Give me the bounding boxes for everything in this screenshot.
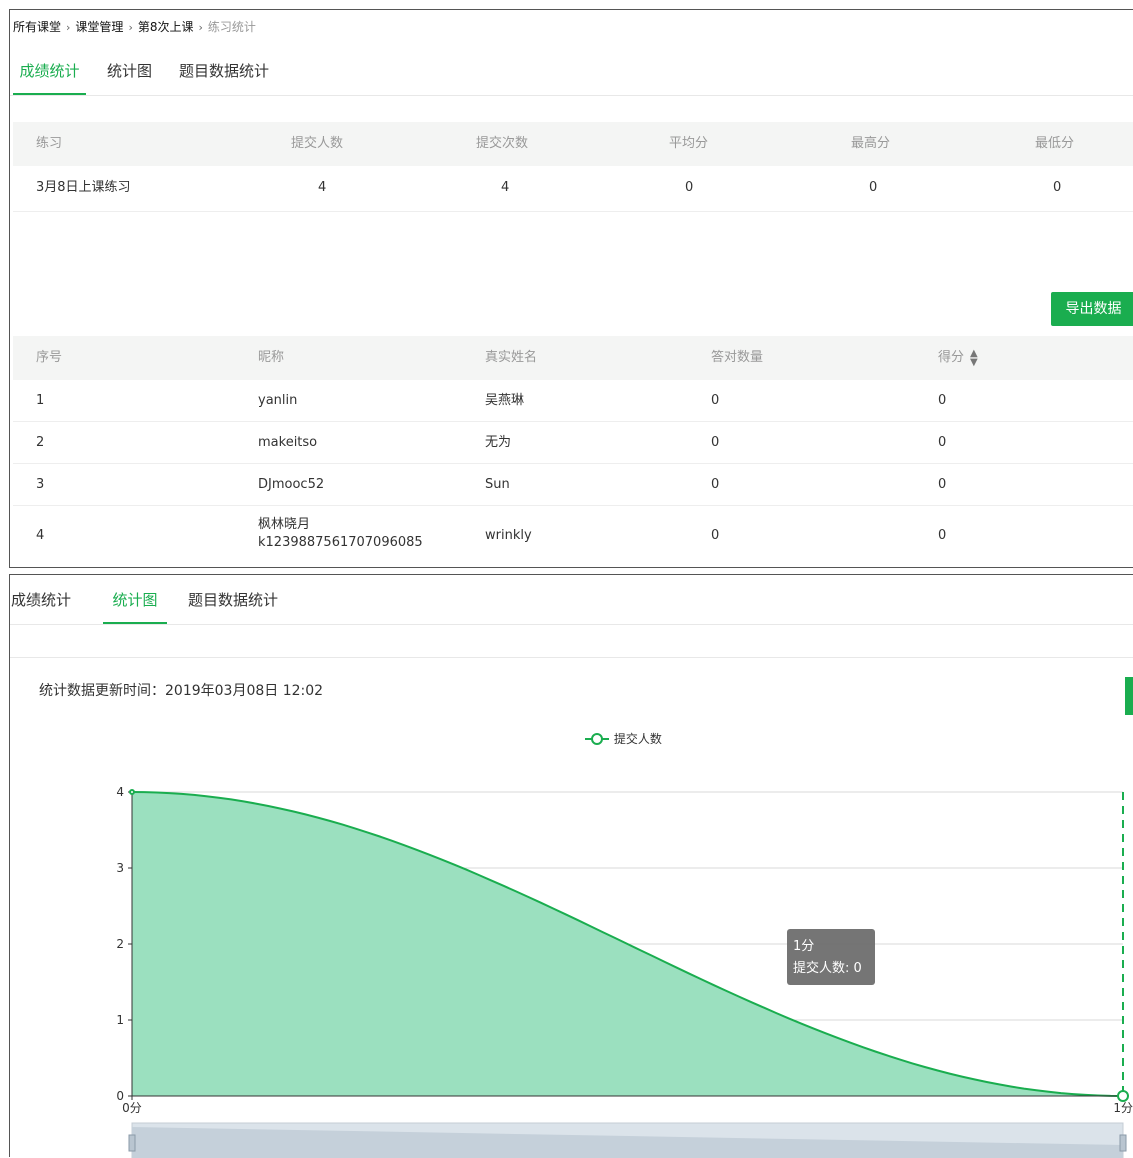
breadcrumb-all-classes[interactable]: 所有课堂 xyxy=(13,18,61,35)
table-row: 3月8日上课练习 4 4 0 0 0 xyxy=(13,166,1133,212)
cell-nickname-line1: 枫林晓月 xyxy=(258,517,311,532)
header-nickname: 昵称 xyxy=(258,350,285,365)
cell-index: 2 xyxy=(36,435,45,450)
x-tick-label: 1分 xyxy=(1113,1101,1133,1115)
cell-score: 0 xyxy=(938,477,947,492)
cell-average: 0 xyxy=(685,180,694,195)
header-exercise: 练习 xyxy=(36,136,63,151)
tooltip-title: 1分 xyxy=(793,939,814,954)
cell-real-name: Sun xyxy=(485,477,510,492)
chevron-right-icon: › xyxy=(128,21,133,34)
export-data-button[interactable]: 导出数据 xyxy=(1051,292,1133,326)
table-row: 1 yanlin 吴燕琳 0 0 xyxy=(13,380,1133,422)
cell-score: 0 xyxy=(938,435,947,450)
tab-bar: 成绩统计 统计图 题目数据统计 xyxy=(10,61,1133,96)
header-submissions: 提交次数 xyxy=(476,136,529,151)
cell-submissions: 4 xyxy=(501,180,510,195)
tab-chart[interactable]: 统计图 xyxy=(107,61,152,93)
y-tick-label: 4 xyxy=(116,785,124,799)
tooltip-box xyxy=(787,929,875,985)
zoom-handle-right[interactable] xyxy=(1119,1134,1127,1152)
cell-index: 4 xyxy=(36,528,45,543)
y-tick-label: 2 xyxy=(116,937,124,951)
zoom-handle-left[interactable] xyxy=(128,1134,136,1152)
chart-tooltip: 1分提交人数: 0 xyxy=(787,929,875,985)
cell-nickname-line2: k1239887561707096085 xyxy=(258,535,423,550)
table-row: 2 makeitso 无为 0 0 xyxy=(13,422,1133,464)
breadcrumb-current: 练习统计 xyxy=(207,20,256,34)
cell-submitters: 4 xyxy=(318,180,327,195)
cell-index: 1 xyxy=(36,393,45,408)
header-score: 得分 xyxy=(938,350,965,365)
cell-nickname: DJmooc52 xyxy=(258,477,325,492)
submitters-area-chart[interactable]: 012340分 1分1分提交人数: 0 xyxy=(10,575,1133,1158)
header-average: 平均分 xyxy=(669,136,709,151)
table-row: 3 DJmooc52 Sun 0 0 xyxy=(13,464,1133,506)
cell-real-name: wrinkly xyxy=(485,528,532,543)
cell-highest: 0 xyxy=(869,180,878,195)
cell-score: 0 xyxy=(938,528,947,543)
cell-correct: 0 xyxy=(711,393,720,408)
header-correct-count: 答对数量 xyxy=(711,350,764,365)
y-tick-label: 3 xyxy=(116,861,124,875)
breadcrumb-class-management[interactable]: 课堂管理 xyxy=(75,18,123,35)
chevron-right-icon: › xyxy=(66,21,71,34)
tooltip-value: 提交人数: 0 xyxy=(793,960,862,976)
cell-index: 3 xyxy=(36,477,45,492)
tab-question-stats[interactable]: 题目数据统计 xyxy=(179,61,269,93)
y-tick-label: 1 xyxy=(116,1013,124,1027)
sort-icon[interactable]: ▲ ▼ xyxy=(970,348,978,367)
chevron-right-icon: › xyxy=(198,21,203,34)
cell-exercise-name: 3月8日上课练习 xyxy=(36,180,131,195)
cell-correct: 0 xyxy=(711,528,720,543)
summary-table: 练习 提交人数 提交次数 平均分 最高分 最低分 3月8日上课练习 4 4 0 … xyxy=(13,122,1133,212)
breadcrumb-lesson[interactable]: 第8次上课 xyxy=(138,18,194,35)
cell-score: 0 xyxy=(938,393,947,408)
students-table: 序号 昵称 真实姓名 答对数量 得分 ▲ ▼ 1 yanlin 吴燕琳 0 0 2 … xyxy=(13,336,1133,566)
cell-lowest: 0 xyxy=(1053,180,1062,195)
header-submitters: 提交人数 xyxy=(291,136,344,151)
header-lowest: 最低分 xyxy=(1035,136,1075,151)
cell-correct: 0 xyxy=(711,477,720,492)
cell-nickname: yanlin xyxy=(258,393,298,408)
data-point[interactable] xyxy=(129,789,135,795)
chart-panel: 成绩统计 统计图 题目数据统计 统计数据更新时间：2019年03月08日 12:… xyxy=(9,574,1133,1158)
data-point[interactable] xyxy=(1117,1090,1129,1102)
cell-nickname: 枫林晓月 k1239887561707096085 xyxy=(258,516,423,552)
table-row: 4 枫林晓月 k1239887561707096085 wrinkly 0 0 xyxy=(13,506,1133,566)
header-score-sortable[interactable]: 得分 ▲ ▼ xyxy=(938,336,978,380)
summary-table-header: 练习 提交人数 提交次数 平均分 最高分 最低分 xyxy=(13,122,1133,166)
cell-correct: 0 xyxy=(711,435,720,450)
header-highest: 最高分 xyxy=(851,136,891,151)
header-index: 序号 xyxy=(36,350,63,365)
score-stats-panel: 所有课堂 › 课堂管理 › 第8次上课 › 练习统计 成绩统计 统计图 题目数据统计 练习 … xyxy=(9,9,1133,568)
header-real-name: 真实姓名 xyxy=(485,350,538,365)
tab-score-stats[interactable]: 成绩统计 xyxy=(13,61,86,95)
cell-nickname: makeitso xyxy=(258,435,318,450)
x-tick-label: 0分 xyxy=(122,1101,142,1115)
cell-real-name: 吴燕琳 xyxy=(485,393,525,408)
breadcrumb: 所有课堂 › 课堂管理 › 第8次上课 › 练习统计 xyxy=(13,18,256,35)
cell-real-name: 无为 xyxy=(485,435,512,450)
students-table-header: 序号 昵称 真实姓名 答对数量 得分 ▲ ▼ xyxy=(13,336,1133,380)
